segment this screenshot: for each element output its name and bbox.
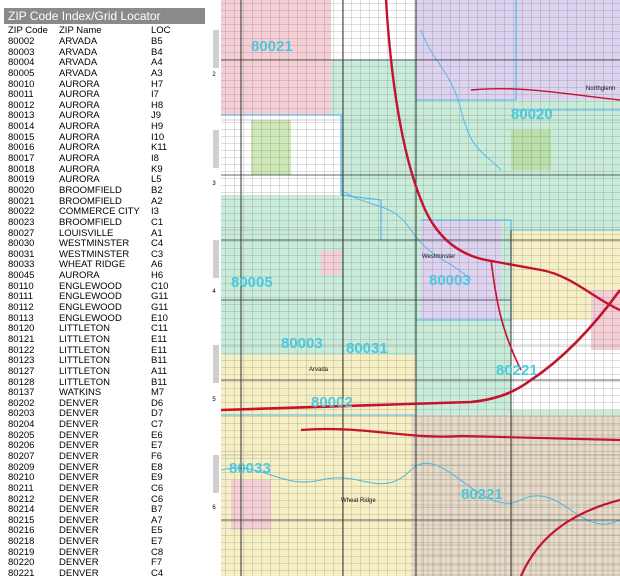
grid-tick	[213, 455, 219, 493]
grid-loc: C1	[151, 216, 164, 228]
index-row: 80207 DENVER F6	[8, 451, 203, 463]
zip-label: 80003	[429, 272, 471, 289]
zip-name: DENVER	[59, 568, 99, 576]
street-map[interactable]: 80021 80020 80005 80003 80003 80221 8000…	[221, 0, 620, 576]
index-row: 80033 WHEAT RIDGE A6	[8, 260, 203, 271]
place-label: Wheat Ridge	[341, 498, 376, 504]
zip-label: 80002	[311, 394, 353, 411]
zip-code: 80121	[8, 333, 35, 345]
zip-label: 80020	[511, 106, 553, 123]
index-row: 80018 AURORA K9	[8, 164, 203, 176]
index-row: 80128 LITTLETON B11	[8, 377, 203, 389]
zip-name: LITTLETON	[59, 365, 111, 377]
index-row: 80017 AURORA I8	[8, 153, 203, 165]
index-row: 80015 AURORA I10	[8, 132, 203, 144]
grid-loc: E11	[151, 333, 168, 345]
zip-code: 80023	[8, 216, 35, 228]
index-row: 80023 BROOMFIELD C1	[8, 216, 203, 229]
zip-name: ARVADA	[59, 67, 98, 79]
index-row: 80214 DENVER B7	[8, 505, 203, 516]
index-rows: 80002 ARVADA B5 80003 ARVADA B4 80004 ARVADA A4 8…	[8, 36, 203, 576]
index-row: 80003 ARVADA B4	[8, 47, 203, 59]
zip-label: 80003	[281, 335, 323, 352]
index-title: ZIP Code Index/Grid Locator	[4, 8, 205, 24]
index-row: 80203 DENVER D7	[8, 409, 203, 420]
place-label: Westminster	[422, 254, 456, 260]
index-row: 80020 BROOMFIELD B2	[8, 185, 203, 197]
index-row: 80137 WATKINS M7	[8, 387, 203, 399]
index-row: 80209 DENVER E8	[8, 462, 203, 474]
grid-loc: C4	[151, 568, 164, 576]
index-row: 80219 DENVER C8	[8, 547, 203, 559]
place-label: Arvada	[309, 367, 329, 373]
index-row: 80204 DENVER C7	[8, 419, 203, 431]
index-row: 80215 DENVER A7	[8, 515, 203, 527]
zip-label: 80221	[461, 486, 503, 503]
index-row: 80202 DENVER D6	[8, 398, 203, 410]
index-row: 80220 DENVER F7	[8, 558, 203, 569]
index-row: 80216 DENVER E5	[8, 526, 203, 537]
grid-number: 6	[212, 505, 216, 511]
index-row: 80004 ARVADA A4	[8, 58, 203, 69]
grid-gutter: 2 3 4 5 6	[207, 0, 221, 576]
index-column-headers: ZIP Code ZIP Name LOC	[8, 26, 203, 36]
index-row: 80014 AURORA H9	[8, 121, 203, 133]
place-label: Northglenn	[586, 86, 616, 92]
index-row: 80012 AURORA H8	[8, 100, 203, 112]
grid-tick	[213, 30, 219, 68]
zip-index-panel: ZIP Code Index/Grid Locator ZIP Code ZIP…	[0, 0, 207, 576]
zip-label: 80005	[231, 274, 273, 291]
index-row: 80205 DENVER E6	[8, 430, 203, 442]
zip-code: 80127	[8, 365, 35, 377]
index-row: 80221 DENVER C4	[8, 568, 203, 576]
index-row: 80206 DENVER E7	[8, 441, 203, 452]
index-row: 80210 DENVER E9	[8, 473, 203, 484]
col-name-header: ZIP Name	[59, 25, 102, 36]
map-canvas	[221, 0, 620, 576]
zip-code: 80221	[8, 568, 35, 576]
grid-loc: A3	[151, 67, 163, 79]
index-row: 80127 LITTLETON A11	[8, 365, 203, 378]
index-row: 80121 LITTLETON E11	[8, 333, 203, 346]
index-row: 80011 AURORA I7	[8, 90, 203, 101]
grid-loc: A11	[151, 365, 168, 377]
grid-tick	[213, 130, 219, 168]
index-row: 80005 ARVADA A3	[8, 67, 203, 80]
zip-name: LITTLETON	[59, 333, 111, 345]
zip-label: 80021	[251, 38, 293, 55]
zip-label: 80031	[346, 340, 388, 357]
col-zip-header: ZIP Code	[8, 25, 48, 36]
index-row: 80010 AURORA H7	[8, 79, 203, 91]
zip-code: 80211	[8, 482, 34, 494]
zip-label: 80033	[229, 460, 271, 477]
grid-tick	[213, 240, 219, 278]
index-row: 80218 DENVER E7	[8, 536, 203, 548]
grid-number: 5	[212, 397, 216, 403]
index-row: 80212 DENVER C6	[8, 494, 203, 506]
grid-number: 3	[212, 181, 216, 187]
grid-number: 4	[212, 289, 216, 295]
col-loc-header: LOC	[151, 25, 171, 36]
grid-loc: C6	[151, 482, 164, 494]
zip-label: 80221	[496, 362, 538, 379]
index-row: 80016 AURORA K11	[8, 143, 203, 154]
grid-tick	[213, 345, 219, 383]
index-row: 80002 ARVADA B5	[8, 36, 203, 48]
zip-code: 80005	[8, 67, 35, 79]
grid-number: 2	[212, 72, 216, 78]
index-row: 80013 AURORA J9	[8, 111, 203, 122]
zip-name: BROOMFIELD	[59, 216, 122, 228]
index-row: 80211 DENVER C6	[8, 482, 203, 495]
zip-name: DENVER	[59, 482, 99, 494]
